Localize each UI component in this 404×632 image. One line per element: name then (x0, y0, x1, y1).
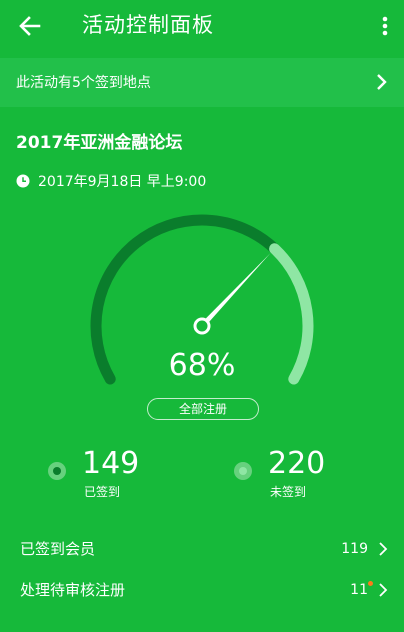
row-label: 处理待审核注册 (20, 581, 126, 599)
event-datetime: 2017年9月18日 早上9:00 (16, 170, 206, 192)
gauge-remaining-arc (269, 243, 314, 385)
more-vertical-icon (382, 16, 388, 36)
chevron-right-icon (379, 583, 388, 597)
not-checked-in-label: 未签到 (270, 485, 307, 499)
notification-dot (368, 581, 373, 586)
arrow-left-icon (19, 16, 41, 36)
page-title: 活动控制面板 (82, 13, 214, 37)
more-options-button[interactable] (370, 8, 400, 44)
gauge-pivot (193, 317, 211, 335)
event-title: 2017年亚洲金融论坛 (16, 133, 183, 153)
checked-in-legend-dot (48, 462, 66, 480)
chevron-right-icon (377, 74, 387, 90)
app-bar: 活动控制面板 (0, 0, 404, 52)
pending-registrations-row[interactable]: 处理待审核注册 11 (0, 570, 404, 610)
event-datetime-text: 2017年9月18日 早上9:00 (38, 174, 207, 190)
not-checked-in-legend-dot (234, 462, 252, 480)
checked-in-label: 已签到 (84, 485, 121, 499)
checkin-locations-banner[interactable]: 此活动有5个签到地点 (0, 58, 404, 107)
all-registrations-button[interactable]: 全部注册 (147, 398, 259, 420)
checked-in-members-row[interactable]: 已签到会员 119 (0, 529, 404, 569)
checked-in-count: 149 (82, 446, 140, 481)
back-button[interactable] (10, 6, 50, 46)
row-value: 11 (350, 582, 368, 598)
banner-text: 此活动有5个签到地点 (16, 75, 151, 91)
chevron-right-icon (379, 542, 388, 556)
gauge-needle (200, 253, 271, 328)
clock-icon (16, 174, 30, 188)
row-value: 119 (341, 541, 368, 557)
row-label: 已签到会员 (20, 540, 96, 558)
not-checked-in-count: 220 (268, 446, 326, 481)
checkin-percentage: 68% (168, 348, 236, 383)
